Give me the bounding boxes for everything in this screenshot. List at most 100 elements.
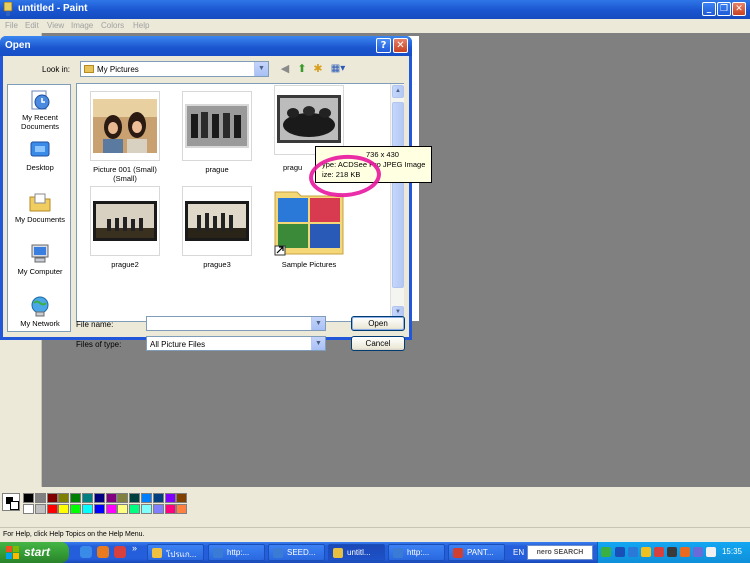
chevron-down-icon[interactable]: ▼ [254, 62, 268, 76]
shield-icon[interactable] [641, 547, 651, 557]
close-button[interactable]: ✕ [732, 2, 746, 16]
menu-file[interactable]: File [5, 21, 18, 30]
color-swatch[interactable] [93, 504, 105, 514]
scroll-up-icon[interactable]: ▲ [392, 85, 404, 98]
browser-icon [213, 548, 223, 558]
taskbar-item[interactable]: โปรแก... [147, 544, 204, 561]
color-swatch[interactable] [152, 493, 164, 503]
back-icon[interactable]: ◀ [278, 62, 292, 76]
tray-icon[interactable] [615, 547, 625, 557]
current-colors [2, 493, 20, 511]
files-of-type-dropdown[interactable]: All Picture Files ▼ [146, 336, 326, 351]
place-desktop[interactable]: Desktop [8, 139, 72, 172]
taskbar-item[interactable]: PANT... [448, 544, 505, 561]
maximize-button[interactable]: ❐ [717, 2, 731, 16]
color-swatch[interactable] [23, 493, 34, 503]
color-swatch[interactable] [129, 493, 141, 503]
new-folder-icon[interactable]: ✱ [311, 62, 325, 76]
chevron-down-icon[interactable]: ▼ [311, 317, 325, 330]
color-swatch[interactable] [82, 493, 93, 503]
thumbnail-frame [90, 91, 160, 161]
color-swatch[interactable] [46, 493, 58, 503]
view-menu-icon[interactable]: ▦▾ [328, 62, 348, 76]
file-name-label: File name: [76, 320, 114, 329]
place-my-network[interactable]: My Network [8, 295, 72, 328]
menu-view[interactable]: View [47, 21, 64, 30]
start-button[interactable]: start [0, 542, 69, 563]
color-swatch[interactable] [129, 504, 141, 514]
file-name: prague2 [111, 260, 139, 269]
arrow-icon[interactable] [601, 547, 611, 557]
background-color [10, 501, 19, 510]
back-icon[interactable] [628, 547, 638, 557]
color-swatch[interactable] [23, 504, 34, 514]
windows-logo-icon [6, 546, 19, 559]
file-list-view: Picture 001 (Small) (Small) prague pragu… [76, 83, 404, 322]
color-swatch[interactable] [70, 504, 82, 514]
taskbar-item[interactable]: http:... [208, 544, 265, 561]
taskbar-item-paint[interactable]: untitl... [328, 544, 385, 561]
color-swatch[interactable] [82, 504, 93, 514]
color-swatch[interactable] [70, 493, 82, 503]
color-swatch[interactable] [58, 493, 70, 503]
minimize-button[interactable]: _ [702, 2, 716, 16]
volume-icon[interactable] [706, 547, 716, 557]
menu-help[interactable]: Help [133, 21, 149, 30]
color-swatch[interactable] [58, 504, 70, 514]
look-in-dropdown[interactable]: My Pictures ▼ [80, 61, 269, 77]
language-indicator[interactable]: EN [513, 548, 524, 557]
nero-search-box[interactable]: nero SEARCH [527, 545, 593, 560]
color-swatch[interactable] [176, 493, 188, 503]
color-swatch[interactable] [176, 504, 188, 514]
chevron-down-icon[interactable]: ▼ [311, 337, 325, 350]
taskbar-item[interactable]: http:... [388, 544, 445, 561]
vertical-scrollbar[interactable]: ▲ ▼ [390, 84, 404, 321]
color-swatch[interactable] [93, 493, 105, 503]
place-my-documents[interactable]: My Documents [8, 191, 72, 224]
color-swatch[interactable] [152, 504, 164, 514]
up-folder-icon[interactable]: ⬆ [295, 62, 309, 76]
color-swatch[interactable] [34, 493, 46, 503]
look-in-value: My Pictures [97, 65, 139, 74]
color-swatch[interactable] [141, 504, 152, 514]
color-swatch[interactable] [164, 504, 176, 514]
tray-icon[interactable] [680, 547, 690, 557]
files-of-type-value: All Picture Files [150, 340, 206, 349]
quick-launch-overflow[interactable]: » [132, 543, 137, 553]
color-swatch[interactable] [34, 504, 46, 514]
photo-thumbnail [185, 201, 249, 241]
menu-image[interactable]: Image [71, 21, 93, 30]
menu-edit[interactable]: Edit [25, 21, 39, 30]
color-swatch[interactable] [105, 504, 117, 514]
taskbar-item[interactable]: SEED... [268, 544, 325, 561]
place-my-computer[interactable]: My Computer [8, 243, 72, 276]
firefox-icon[interactable] [97, 546, 109, 558]
color-swatch[interactable] [141, 493, 152, 503]
file-name: Sample Pictures [281, 260, 337, 269]
file-name: Picture 001 (Small) (Small) [93, 165, 157, 183]
paint-app-icon [333, 548, 343, 558]
help-button[interactable]: ? [376, 38, 391, 53]
tray-icon[interactable] [667, 547, 677, 557]
tray-icon[interactable] [693, 547, 703, 557]
color-swatch[interactable] [46, 504, 58, 514]
quick-launch-icon[interactable] [114, 546, 126, 558]
thumbnail-frame [182, 186, 252, 256]
color-swatch[interactable] [164, 493, 176, 503]
color-swatch[interactable] [117, 504, 129, 514]
system-tray: 15:35 [597, 542, 750, 563]
browser-icon [393, 548, 403, 558]
open-button[interactable]: Open [351, 316, 405, 331]
internet-explorer-icon[interactable] [80, 546, 92, 558]
file-name-input[interactable]: ▼ [146, 316, 326, 331]
dialog-close-button[interactable]: ✕ [393, 38, 408, 53]
scroll-thumb[interactable] [392, 102, 404, 288]
recent-documents-icon [31, 90, 50, 110]
tray-icon[interactable] [654, 547, 664, 557]
color-swatch[interactable] [117, 493, 129, 503]
cancel-button[interactable]: Cancel [351, 336, 405, 351]
color-swatch[interactable] [105, 493, 117, 503]
place-recent-documents[interactable]: My Recent Documents [8, 89, 72, 131]
look-in-label: Look in: [42, 65, 71, 74]
menu-colors[interactable]: Colors [101, 21, 124, 30]
